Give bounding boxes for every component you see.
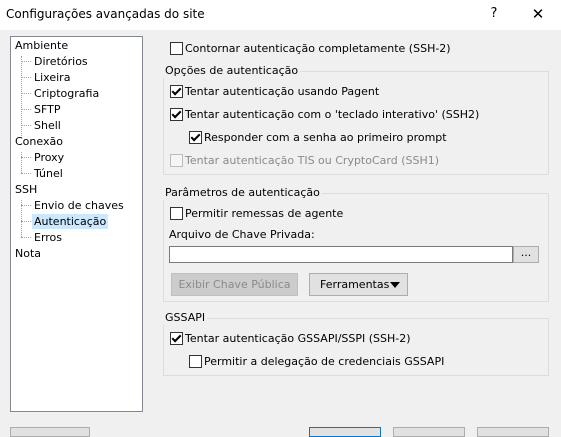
tis-auth-label: Tentar autenticação TIS ou CryptoCard (S… — [185, 154, 440, 167]
tools-label: Ferramentas — [320, 278, 390, 291]
tree-item-autenticacao[interactable]: Autenticação — [32, 214, 109, 229]
respond-password-label[interactable]: Responder com a senha ao primeiro prompt — [204, 131, 447, 145]
tree-item-shell[interactable]: Shell — [34, 118, 61, 133]
tree-item-conexao[interactable]: Conexão — [15, 134, 63, 149]
try-gssapi-label[interactable]: Tentar autenticação GSSAPI/SSPI (SSH-2) — [185, 332, 411, 346]
tree-connector — [21, 109, 31, 110]
agent-forwarding-label[interactable]: Permitir remessas de agente — [185, 207, 343, 221]
tree-item-envio-de-chaves[interactable]: Envio de chaves — [34, 198, 124, 213]
show-public-key-button[interactable]: Exibir Chave Pública — [171, 273, 298, 296]
bypass-auth-checkbox[interactable] — [170, 42, 183, 55]
window-title: Configurações avançadas do site — [6, 7, 205, 21]
tree-connector — [21, 152, 22, 173]
tree-connector — [21, 125, 31, 126]
tree-item-ambiente[interactable]: Ambiente — [15, 38, 68, 53]
close-button[interactable]: ✕ — [528, 5, 548, 23]
browse-key-button[interactable]: ... — [513, 246, 539, 263]
bypass-auth-label[interactable]: Contornar autenticação completamente (SS… — [185, 42, 451, 56]
tree-item-proxy[interactable]: Proxy — [34, 150, 64, 165]
tree-item-erros[interactable]: Erros — [34, 230, 62, 245]
keyboard-interactive-label[interactable]: Tentar autenticação com o 'teclado inter… — [185, 108, 479, 122]
tree-connector — [21, 237, 31, 238]
tree-item-tunel[interactable]: Túnel — [34, 166, 63, 181]
gssapi-title: GSSAPI — [163, 311, 208, 325]
private-key-label: Arquivo de Chave Privada: — [169, 228, 315, 241]
auth-options-title: Opções de autenticação — [163, 64, 301, 78]
tree-connector — [21, 61, 31, 62]
tree-item-criptografia[interactable]: Criptografia — [34, 86, 99, 101]
help-button[interactable]: ? — [486, 5, 502, 23]
tree-item-sftp[interactable]: SFTP — [34, 102, 60, 117]
bottom-left-button[interactable] — [10, 427, 90, 437]
gssapi-delegation-label[interactable]: Permitir a delegação de credenciais GSSA… — [204, 355, 444, 369]
tree-connector — [21, 157, 31, 158]
tree-item-diretorios[interactable]: Diretórios — [34, 54, 88, 69]
tis-auth-checkbox[interactable] — [170, 154, 183, 167]
ok-button[interactable] — [309, 427, 381, 437]
private-key-input[interactable] — [169, 246, 513, 263]
respond-password-checkbox[interactable] — [189, 131, 202, 144]
pageant-checkbox[interactable] — [170, 85, 183, 98]
tree-item-lixeira[interactable]: Lixeira — [34, 70, 70, 85]
cancel-button[interactable] — [393, 427, 465, 437]
tree-item-ssh[interactable]: SSH — [15, 182, 37, 197]
title-bar: Configurações avançadas do site ? ✕ — [0, 0, 561, 30]
tools-dropdown-button[interactable]: Ferramentas — [309, 273, 408, 296]
tree-connector — [21, 93, 31, 94]
keyboard-interactive-checkbox[interactable] — [170, 108, 183, 121]
tree-connector — [21, 173, 31, 174]
try-gssapi-checkbox[interactable] — [170, 332, 183, 345]
tree-connector — [21, 205, 31, 206]
settings-tree[interactable]: Ambiente Diretórios Lixeira Criptografia… — [10, 36, 143, 412]
chevron-down-icon — [390, 282, 400, 288]
agent-forwarding-checkbox[interactable] — [170, 207, 183, 220]
tree-item-nota[interactable]: Nota — [15, 246, 41, 261]
pageant-label[interactable]: Tentar autenticação usando Pagent — [185, 85, 379, 99]
auth-params-title: Parâmetros de autenticação — [163, 186, 322, 200]
gssapi-delegation-checkbox[interactable] — [189, 355, 202, 368]
tree-connector — [21, 221, 31, 222]
help-bottom-button[interactable] — [477, 427, 549, 437]
tree-connector — [21, 77, 31, 78]
